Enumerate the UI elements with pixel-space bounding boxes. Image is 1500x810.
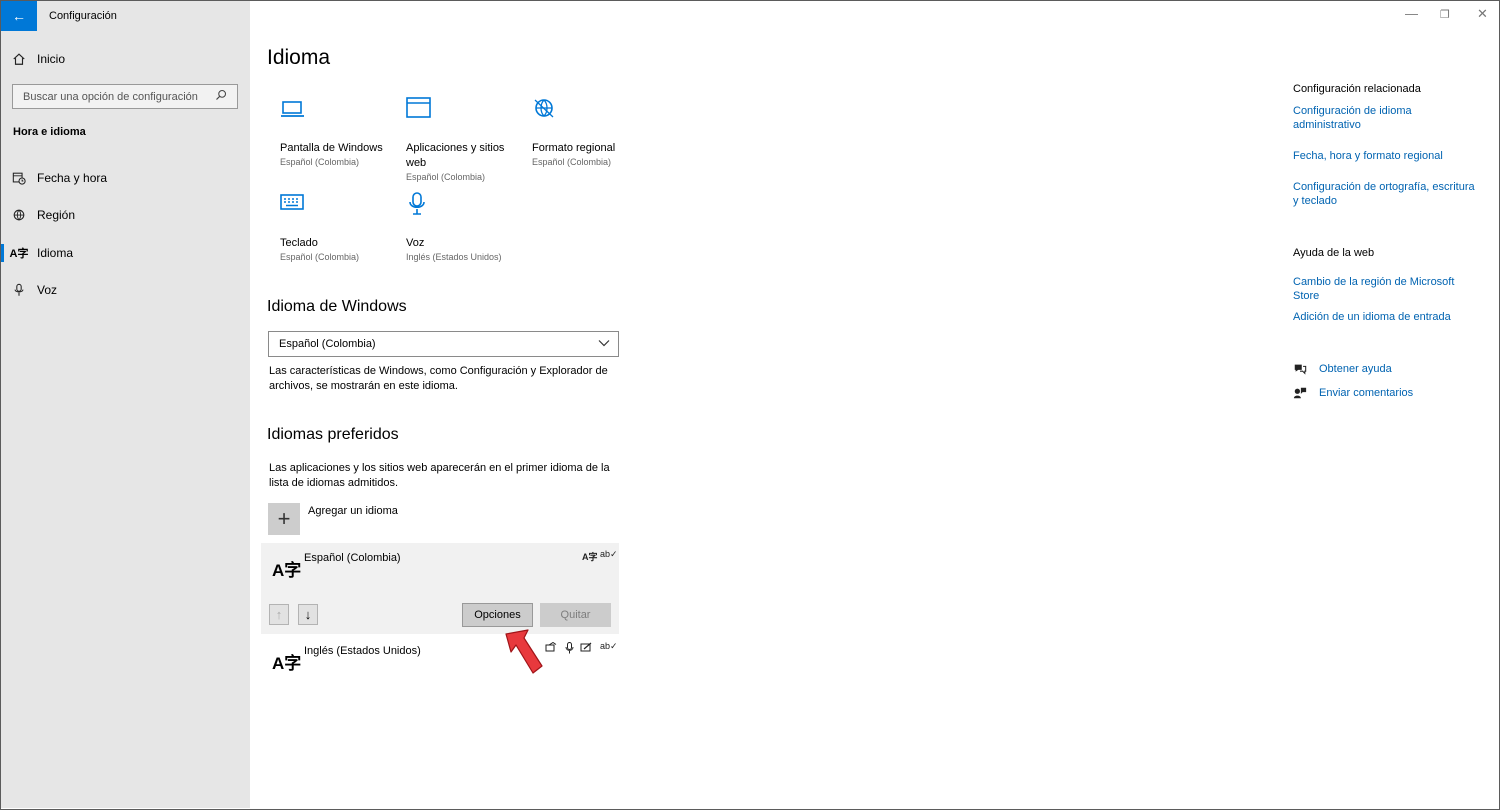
section-heading: Hora e idioma <box>13 126 86 138</box>
tile-label: Teclado <box>280 237 318 249</box>
search-input[interactable]: Buscar una opción de configuración <box>12 84 238 109</box>
tile-label: Pantalla de Windows <box>280 142 383 154</box>
search-placeholder: Buscar una opción de configuración <box>23 90 198 103</box>
maximize-button[interactable]: ❐ <box>1440 8 1450 21</box>
globe-format-icon <box>532 97 652 127</box>
sidebar-item-date-time[interactable]: Fecha y hora <box>1 161 250 195</box>
tile-voice[interactable]: Voz Inglés (Estados Unidos) <box>406 192 526 262</box>
preferred-languages-description: Las aplicaciones y los sitios web aparec… <box>269 462 610 489</box>
tile-apps-websites[interactable]: Aplicaciones y sitios web Español (Colom… <box>406 97 526 182</box>
sidebar-item-voice[interactable]: Voz <box>1 273 250 307</box>
feedback-icon <box>1293 387 1307 399</box>
calendar-clock-icon <box>1 171 37 185</box>
add-language-label: Agregar un idioma <box>308 505 398 517</box>
tile-label: Aplicaciones y sitios web <box>406 142 505 169</box>
tile-windows-display[interactable]: Pantalla de Windows Español (Colombia) <box>280 97 400 167</box>
web-help-heading: Ayuda de la web <box>1293 247 1375 259</box>
app-window-icon <box>406 97 526 127</box>
page-title: Idioma <box>267 46 331 69</box>
arrow-up-icon: ↑ <box>275 607 283 622</box>
remove-button[interactable]: Quitar <box>540 603 611 627</box>
move-up-button[interactable]: ↑ <box>269 604 289 625</box>
plus-icon: + <box>268 503 300 535</box>
get-help-label: Obtener ayuda <box>1319 363 1392 375</box>
sidebar: ← Configuración Inicio Buscar una opción… <box>1 1 250 808</box>
back-arrow-icon: ← <box>12 8 26 24</box>
sidebar-item-home[interactable]: Inicio <box>1 42 250 76</box>
tile-regional-format[interactable]: Formato regional Español (Colombia) <box>532 97 652 167</box>
options-button[interactable]: Opciones <box>462 603 533 627</box>
link-add-input-language[interactable]: Adición de un idioma de entrada <box>1293 310 1483 324</box>
windows-language-dropdown[interactable]: Español (Colombia) <box>268 331 619 357</box>
microphone-icon <box>406 192 526 222</box>
minimize-button[interactable]: — <box>1405 6 1418 21</box>
handwriting-icon <box>580 642 592 655</box>
sidebar-item-language[interactable]: A字 Idioma <box>1 236 250 270</box>
sidebar-item-label: Inicio <box>37 52 66 66</box>
preferred-languages-heading: Idiomas preferidos <box>267 426 399 443</box>
language-name: Inglés (Estados Unidos) <box>304 645 421 657</box>
tile-sublabel: Español (Colombia) <box>532 157 612 167</box>
language-glyph-icon: A字 <box>272 654 302 673</box>
annotation-arrow-icon <box>505 629 543 674</box>
dropdown-value: Español (Colombia) <box>279 338 376 350</box>
keyboard-icon <box>280 192 400 222</box>
tile-sublabel: Español (Colombia) <box>280 252 360 262</box>
move-down-button[interactable]: ↓ <box>298 604 318 625</box>
tile-label: Voz <box>406 237 425 249</box>
sidebar-item-label: Fecha y hora <box>37 171 108 185</box>
tile-sublabel: Español (Colombia) <box>280 157 360 167</box>
chevron-down-icon <box>598 338 610 350</box>
app-title: Configuración <box>49 10 117 22</box>
language-icon: A字 <box>9 248 29 260</box>
home-icon <box>1 52 37 66</box>
close-button[interactable]: ✕ <box>1477 6 1488 22</box>
related-settings-heading: Configuración relacionada <box>1293 83 1421 95</box>
windows-language-heading: Idioma de Windows <box>267 298 407 315</box>
send-feedback-label: Enviar comentarios <box>1319 387 1414 399</box>
laptop-icon <box>280 97 400 127</box>
search-icon <box>215 89 227 104</box>
send-feedback-link[interactable]: Enviar comentarios <box>1293 386 1413 400</box>
arrow-down-icon: ↓ <box>304 607 312 622</box>
back-button[interactable]: ← <box>1 1 37 31</box>
link-spelling-typing-keyboard[interactable]: Configuración de ortografía, escritura y… <box>1293 180 1483 208</box>
sidebar-item-label: Voz <box>37 283 58 297</box>
add-language-button[interactable]: + Agregar un idioma <box>268 503 398 535</box>
globe-icon <box>1 208 37 222</box>
spellcheck-icon: ab✓ <box>600 549 618 559</box>
language-glyph-icon: A字 <box>272 561 302 580</box>
link-change-store-region[interactable]: Cambio de la región de Microsoft Store <box>1293 275 1473 303</box>
tile-sublabel: Inglés (Estados Unidos) <box>406 252 502 262</box>
windows-language-description: Las características de Windows, como Con… <box>269 365 608 392</box>
microphone-icon <box>1 283 37 297</box>
link-admin-language[interactable]: Configuración de idioma administrativo <box>1293 104 1443 132</box>
spellcheck-icon: ab✓ <box>600 641 618 651</box>
sidebar-item-label: Región <box>37 208 76 222</box>
tile-keyboard[interactable]: Teclado Español (Colombia) <box>280 192 400 262</box>
tile-label: Formato regional <box>532 142 616 154</box>
speech-microphone-icon <box>565 642 574 656</box>
chat-help-icon <box>1294 364 1307 375</box>
sidebar-item-label: Idioma <box>37 246 74 260</box>
get-help-link[interactable]: Obtener ayuda <box>1293 362 1392 376</box>
link-date-time-format[interactable]: Fecha, hora y formato regional <box>1293 149 1483 163</box>
language-name: Español (Colombia) <box>304 552 401 564</box>
display-language-icon: A字 <box>582 552 598 562</box>
sidebar-item-region[interactable]: Región <box>1 198 250 232</box>
tile-sublabel: Español (Colombia) <box>406 172 486 182</box>
